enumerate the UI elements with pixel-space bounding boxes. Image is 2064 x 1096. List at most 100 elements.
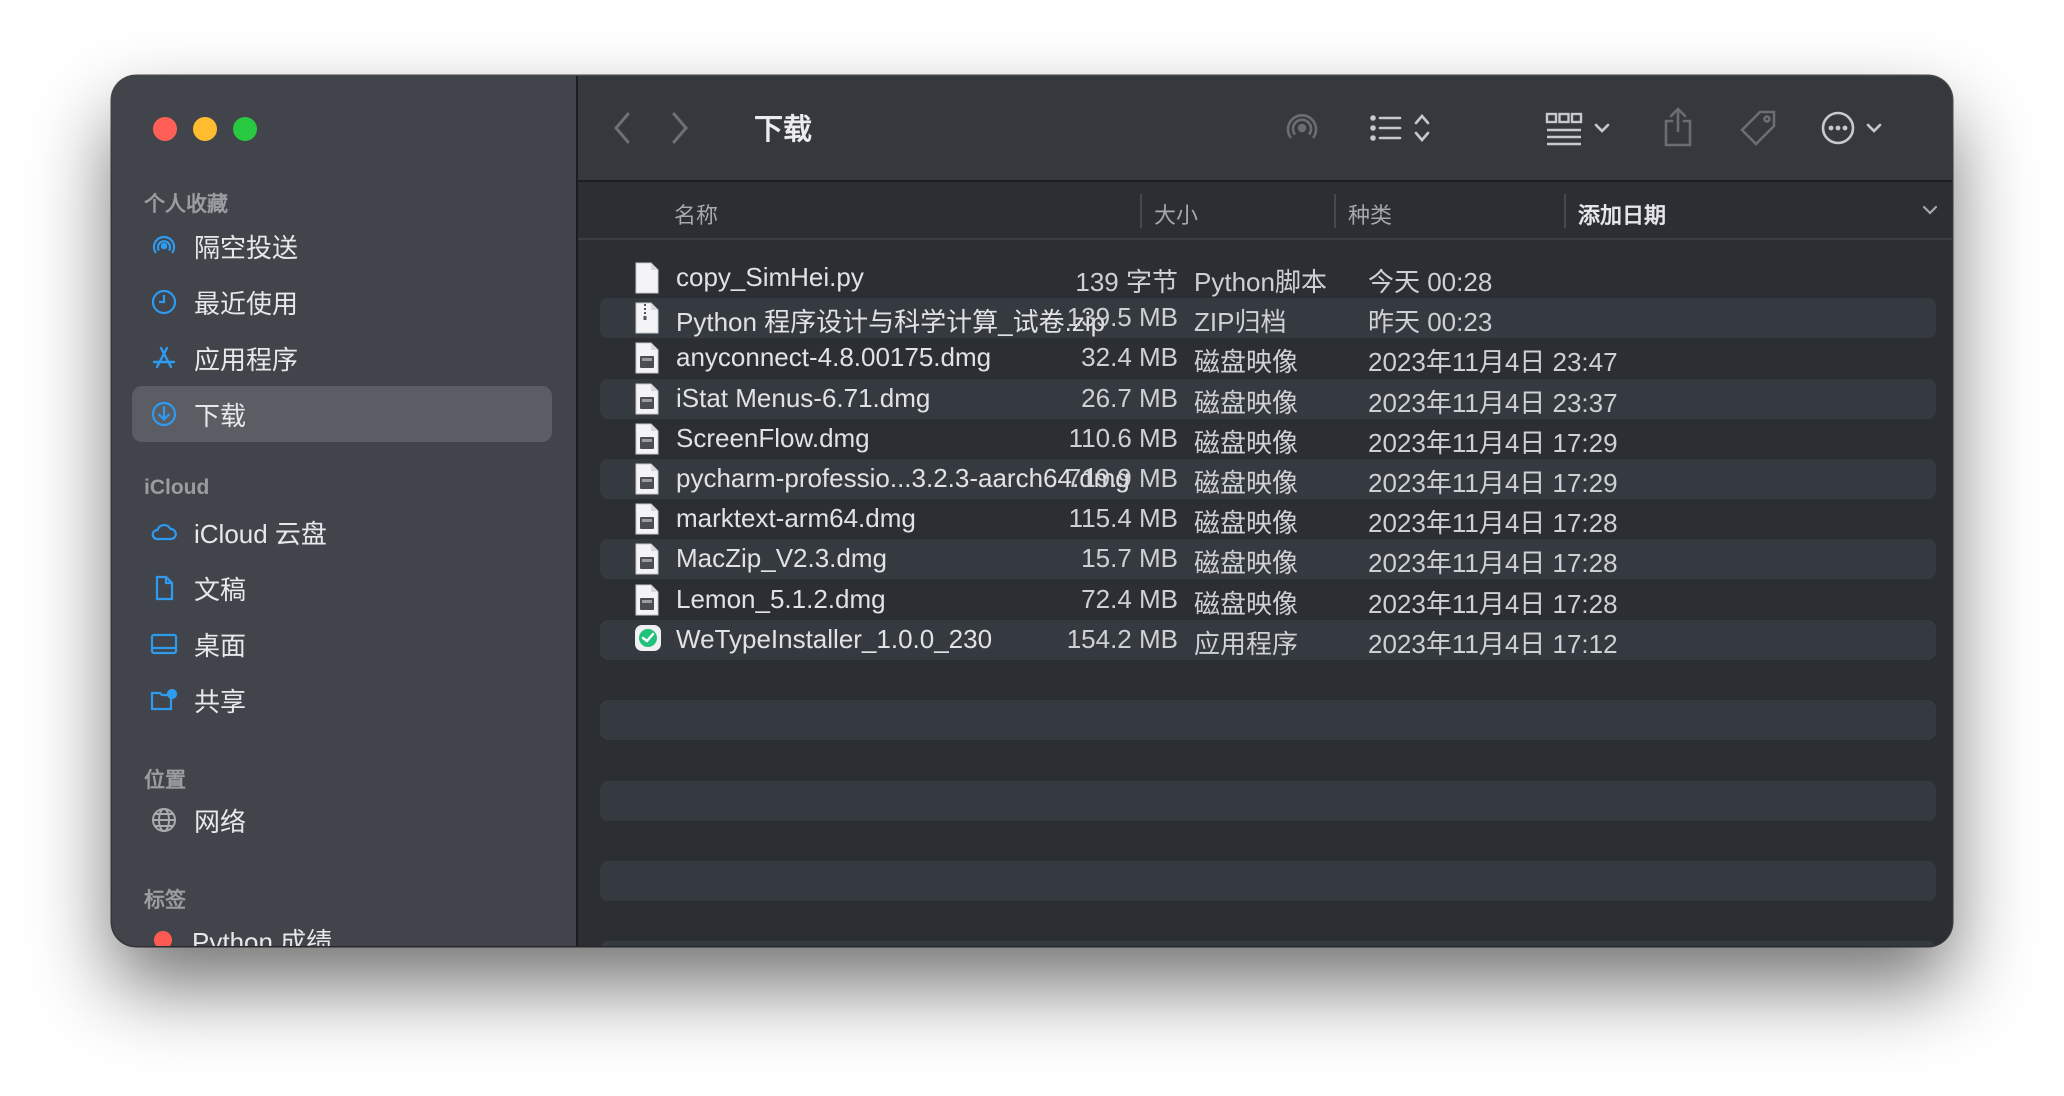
share-icon[interactable] [1658,104,1698,148]
file-date-added: 2023年11月4日 17:28 [1368,508,1618,539]
airdrop-icon[interactable] [1282,108,1322,148]
sidebar-item-label: 应用程序 [194,344,299,375]
sort-chevron-down-icon[interactable] [1920,200,1940,220]
disk-image-icon [634,503,660,535]
file-date-added: 2023年11月4日 17:12 [1368,628,1618,659]
file-size: 154.2 MB [1066,623,1178,654]
file-kind: 磁盘映像 [1194,387,1299,418]
tag-icon[interactable] [1736,106,1780,150]
file-kind: Python脚本 [1194,267,1327,297]
file-size: 139 字节 [1075,267,1178,297]
wetype-app-icon [634,624,661,656]
chevron-down-icon[interactable] [1864,116,1884,140]
sidebar-section-header: iCloud [144,476,210,499]
forward-chevron-icon[interactable] [668,108,692,148]
file-name: copy_SimHei.py [676,262,864,292]
file-name: anyconnect-4.8.00175.dmg [676,342,992,373]
sidebar-item-desktop[interactable]: 桌面 [132,616,552,672]
column-header-date-added[interactable]: 添加日期 [1578,198,1666,230]
sidebar-item-tag-python[interactable]: Python 成绩 [132,912,552,946]
file-name: WeTypeInstaller_1.0.0_230 [676,623,993,654]
column-header-size[interactable]: 大小 [1154,198,1198,230]
sidebar-item-airdrop[interactable]: 隔空投送 [132,218,552,274]
sidebar-section-header: 位置 [144,769,186,792]
file-size: 32.4 MB [1081,342,1178,373]
file-name: marktext-arm64.dmg [676,503,916,534]
column-divider[interactable] [1140,194,1142,228]
sidebar-item-documents[interactable]: 文稿 [132,560,552,616]
file-row[interactable]: anyconnect-4.8.00175.dmg 32.4 MB 磁盘映像 2023年… [600,338,1936,378]
file-kind: ZIP归档 [1194,307,1287,338]
chevron-down-icon[interactable] [1592,116,1612,140]
zip-file-icon [634,302,660,334]
file-row[interactable]: Lemon_5.1.2.dmg 72.4 MB 磁盘映像 2023年11月4日 17:… [600,580,1936,620]
back-chevron-icon[interactable] [610,108,634,148]
file-kind: 磁盘映像 [1194,588,1299,619]
shared-folder-icon [148,684,180,716]
file-kind: 磁盘映像 [1194,508,1299,539]
file-row[interactable]: copy_SimHei.py 139 字节 Python脚本 今天 00:28 [600,258,1936,298]
sidebar: 个人收藏 隔空投送 最近使用 应用程序 下载 iCloud iCloud 云盘 … [112,76,578,946]
column-divider[interactable] [1564,194,1566,228]
sidebar-item-network[interactable]: 网络 [132,792,552,848]
minimize-window-button[interactable] [193,117,217,141]
disk-image-icon [634,383,660,415]
file-size: 110.6 MB [1068,422,1178,453]
file-list: copy_SimHei.py 139 字节 Python脚本 今天 00:28 Pyth… [578,240,1952,946]
file-name: ScreenFlow.dmg [676,422,870,453]
sidebar-item-label: 最近使用 [194,288,299,319]
file-date-added: 2023年11月4日 17:28 [1368,588,1618,619]
sort-updown-chevron-icon[interactable] [1412,108,1432,148]
sidebar-item-recents[interactable]: 最近使用 [132,274,552,330]
airdrop-icon [148,230,180,262]
column-header-bar: 名称 大小 种类 添加日期 [578,182,1952,240]
sidebar-item-label: 网络 [194,806,247,837]
file-name: MacZip_V2.3.dmg [676,543,887,574]
file-row[interactable]: marktext-arm64.dmg 115.4 MB 磁盘映像 2023年11月4日… [600,499,1936,539]
file-date-added: 2023年11月4日 17:28 [1368,548,1618,579]
column-header-kind[interactable]: 种类 [1348,198,1392,230]
file-size: 115.4 MB [1068,503,1178,534]
empty-row-stripe [600,861,1936,901]
file-row[interactable]: MacZip_V2.3.dmg 15.7 MB 磁盘映像 2023年11月4日 17:… [600,539,1936,580]
zoom-window-button[interactable] [233,117,257,141]
toolbar: 下载 [578,76,1952,182]
text-file-icon [634,262,660,294]
file-row[interactable]: iStat Menus-6.71.dmg 26.7 MB 磁盘映像 2023年11月4… [600,378,1936,419]
sidebar-item-label: 隔空投送 [194,232,299,263]
file-name: pycharm-professio...3.2.3-aarch64.dmg [676,463,1130,493]
file-name: Python 程序设计与科学计算_试卷.zip [676,307,1106,338]
more-actions-icon[interactable] [1818,108,1858,148]
sidebar-item-label: Python 成绩 [192,926,333,947]
disk-image-icon [634,584,660,616]
empty-row-stripe [600,941,1936,946]
file-row[interactable]: Python 程序设计与科学计算_试卷.zip 139.5 MB ZIP归档 昨天 0… [600,298,1936,339]
sidebar-item-downloads[interactable]: 下载 [132,386,552,442]
file-row[interactable]: ScreenFlow.dmg 110.6 MB 磁盘映像 2023年11月4日 17:… [600,419,1936,459]
column-header-name[interactable]: 名称 [674,198,718,230]
file-size: 15.7 MB [1081,543,1178,574]
sidebar-item-applications[interactable]: 应用程序 [132,330,552,386]
sidebar-item-label: 文稿 [194,574,247,605]
file-row[interactable]: pycharm-professio...3.2.3-aarch64.dmg 719… [600,459,1936,499]
column-divider[interactable] [1334,194,1336,228]
sidebar-item-icloud-drive[interactable]: iCloud 云盘 [132,504,552,560]
group-grid-icon[interactable] [1544,108,1584,148]
file-date-added: 昨天 00:23 [1368,307,1493,338]
file-date-added: 2023年11月4日 23:47 [1368,347,1618,378]
file-kind: 磁盘映像 [1194,468,1299,498]
list-view-icon[interactable] [1366,108,1406,148]
sidebar-item-label: 共享 [194,686,247,717]
file-kind: 磁盘映像 [1194,548,1299,579]
cloud-icon [148,516,180,548]
close-window-button[interactable] [153,117,177,141]
sidebar-item-shared[interactable]: 共享 [132,672,552,728]
document-icon [148,572,180,604]
network-globe-icon [148,804,180,836]
window-title: 下载 [754,114,813,146]
file-row[interactable]: WeTypeInstaller_1.0.0_230 154.2 MB 应用程序 202… [600,619,1936,660]
file-kind: 磁盘映像 [1194,427,1299,458]
disk-image-icon [634,423,660,455]
file-size: 72.4 MB [1081,583,1178,614]
sidebar-item-label: iCloud 云盘 [194,518,327,549]
